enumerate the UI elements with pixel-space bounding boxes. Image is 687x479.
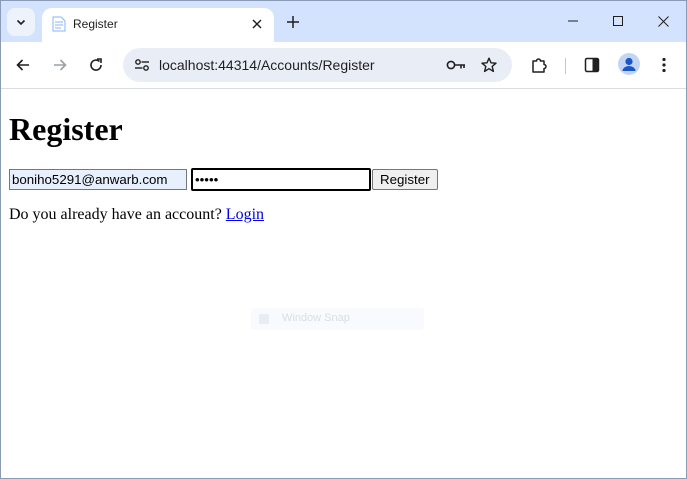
password-field[interactable] [191,168,371,191]
close-icon [657,15,669,27]
tab-strip: Register [1,1,686,42]
toolbar-divider [565,58,566,74]
login-link[interactable]: Login [226,206,264,223]
maximize-icon [613,16,623,26]
snap-icon [259,314,269,324]
close-icon [252,19,262,29]
back-button[interactable] [9,51,37,79]
key-icon [446,60,465,70]
page-content: Register Register Do you already have an… [1,89,686,478]
tune-icon [135,59,149,71]
profile-avatar[interactable] [618,53,640,75]
password-key-button[interactable] [445,54,467,76]
new-tab-button[interactable] [282,11,304,33]
register-button[interactable]: Register [372,169,438,190]
bookmark-button[interactable] [478,54,500,76]
page-title: Register [9,111,123,147]
arrow-right-icon [54,59,67,71]
arrow-left-icon [16,59,29,71]
user-icon [622,57,636,71]
star-icon [481,57,497,73]
browser-window: Register localhost:44314/Accounts/Regist… [0,0,687,479]
extensions-button[interactable] [525,51,553,79]
puzzle-icon [532,58,547,73]
email-field[interactable] [9,169,187,190]
plus-icon [287,16,299,28]
side-panel-icon [584,57,600,73]
chevron-down-icon [16,19,26,26]
reload-icon [90,58,102,71]
browser-toolbar: localhost:44314/Accounts/Register [1,42,686,89]
tab-register[interactable]: Register [42,8,274,42]
reload-button[interactable] [82,51,110,79]
url-text: localhost:44314/Accounts/Register [159,57,375,73]
window-close-button[interactable] [640,1,686,41]
tab-search-button[interactable] [7,8,35,36]
kebab-menu-icon [662,57,666,73]
menu-button[interactable] [650,51,678,79]
side-panel-button[interactable] [578,51,606,79]
maximize-button[interactable] [595,1,641,41]
minimize-button[interactable] [550,1,596,41]
page-icon [52,16,66,32]
account-prompt: Do you already have an account? Login [9,205,264,225]
forward-button[interactable] [46,51,74,79]
address-bar[interactable]: localhost:44314/Accounts/Register [123,48,512,82]
site-info-button[interactable] [131,54,153,76]
snap-hint-label: Window Snap [282,312,350,324]
minimize-icon [568,20,578,22]
account-prompt-text: Do you already have an account? [9,206,222,223]
tab-close-button[interactable] [248,15,266,33]
window-snap-hint: Window Snap [251,308,424,330]
tab-title: Register [73,17,118,31]
